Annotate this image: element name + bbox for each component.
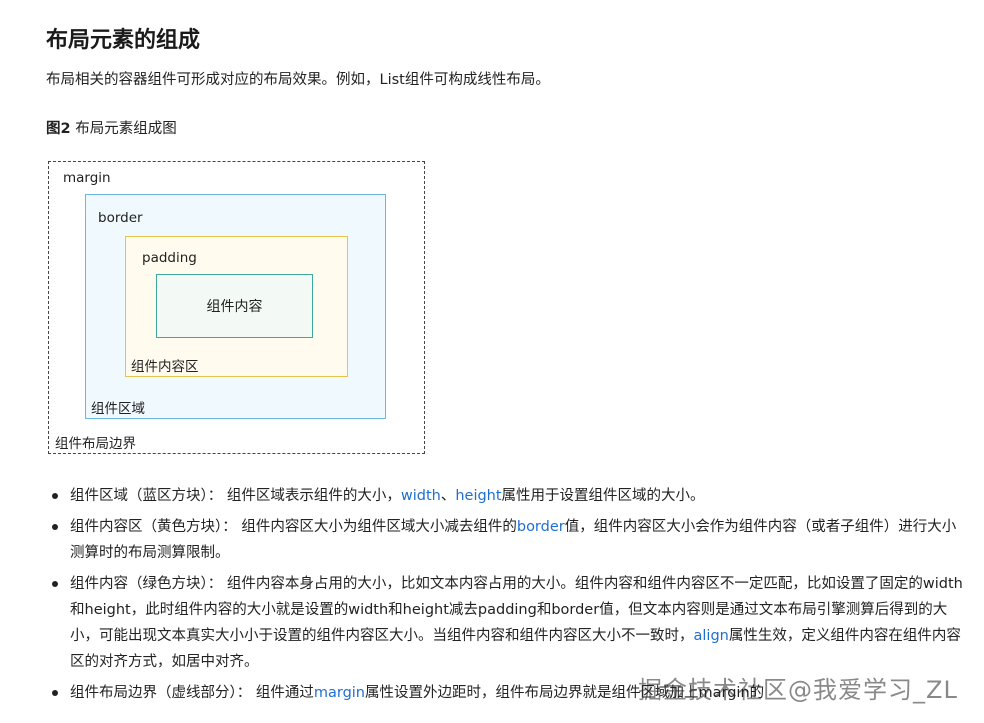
item-text: 、 (440, 488, 456, 504)
item-title: 组件内容（绿色方块）： (70, 576, 223, 592)
item-text: 组件区域表示组件的大小， (222, 488, 401, 504)
page-title: 布局元素的组成 (46, 28, 201, 53)
height-link[interactable]: height (455, 488, 501, 504)
align-link[interactable]: align (694, 628, 729, 644)
border-label: border (98, 210, 143, 226)
padding-label: padding (142, 250, 197, 266)
content-box: 组件内容 (156, 274, 313, 338)
margin-label: margin (63, 170, 111, 186)
item-text: 组件内容区大小为组件区域大小减去组件的 (236, 519, 517, 535)
intro-paragraph: 布局相关的容器组件可形成对应的布局效果。例如，List组件可构成线性布局。 (46, 72, 550, 88)
border-link[interactable]: border (517, 519, 565, 535)
figure-caption: 图2 布局元素组成图 (46, 117, 177, 138)
figure-caption-text: 布局元素组成图 (75, 121, 177, 137)
content-area-label: 组件内容区 (131, 359, 199, 375)
list-item: 组件内容（绿色方块）： 组件内容本身占用的大小，比如文本内容占用的大小。组件内容… (46, 571, 966, 675)
list-item: 组件内容区（黄色方块）： 组件内容区大小为组件区域大小减去组件的border值，… (46, 514, 966, 566)
figure-label: 图2 (46, 121, 71, 137)
item-title: 组件内容区（黄色方块）： (70, 519, 237, 535)
margin-link[interactable]: margin (314, 685, 365, 701)
item-title: 组件区域（蓝区方块）： (70, 488, 223, 504)
component-area-label: 组件区域 (91, 401, 145, 417)
item-title: 组件布局边界（虚线部分）： (70, 685, 252, 701)
layout-boundary-label: 组件布局边界 (55, 436, 136, 452)
watermark: 掘金技术社区@我爱学习_ZL (638, 676, 958, 704)
item-text: 属性用于设置组件区域的大小。 (501, 488, 705, 504)
list-item: 组件区域（蓝区方块）： 组件区域表示组件的大小，width、height属性用于… (46, 483, 966, 509)
width-link[interactable]: width (401, 488, 441, 504)
item-text: 组件通过 (251, 685, 314, 701)
content-box-label: 组件内容 (206, 299, 263, 315)
